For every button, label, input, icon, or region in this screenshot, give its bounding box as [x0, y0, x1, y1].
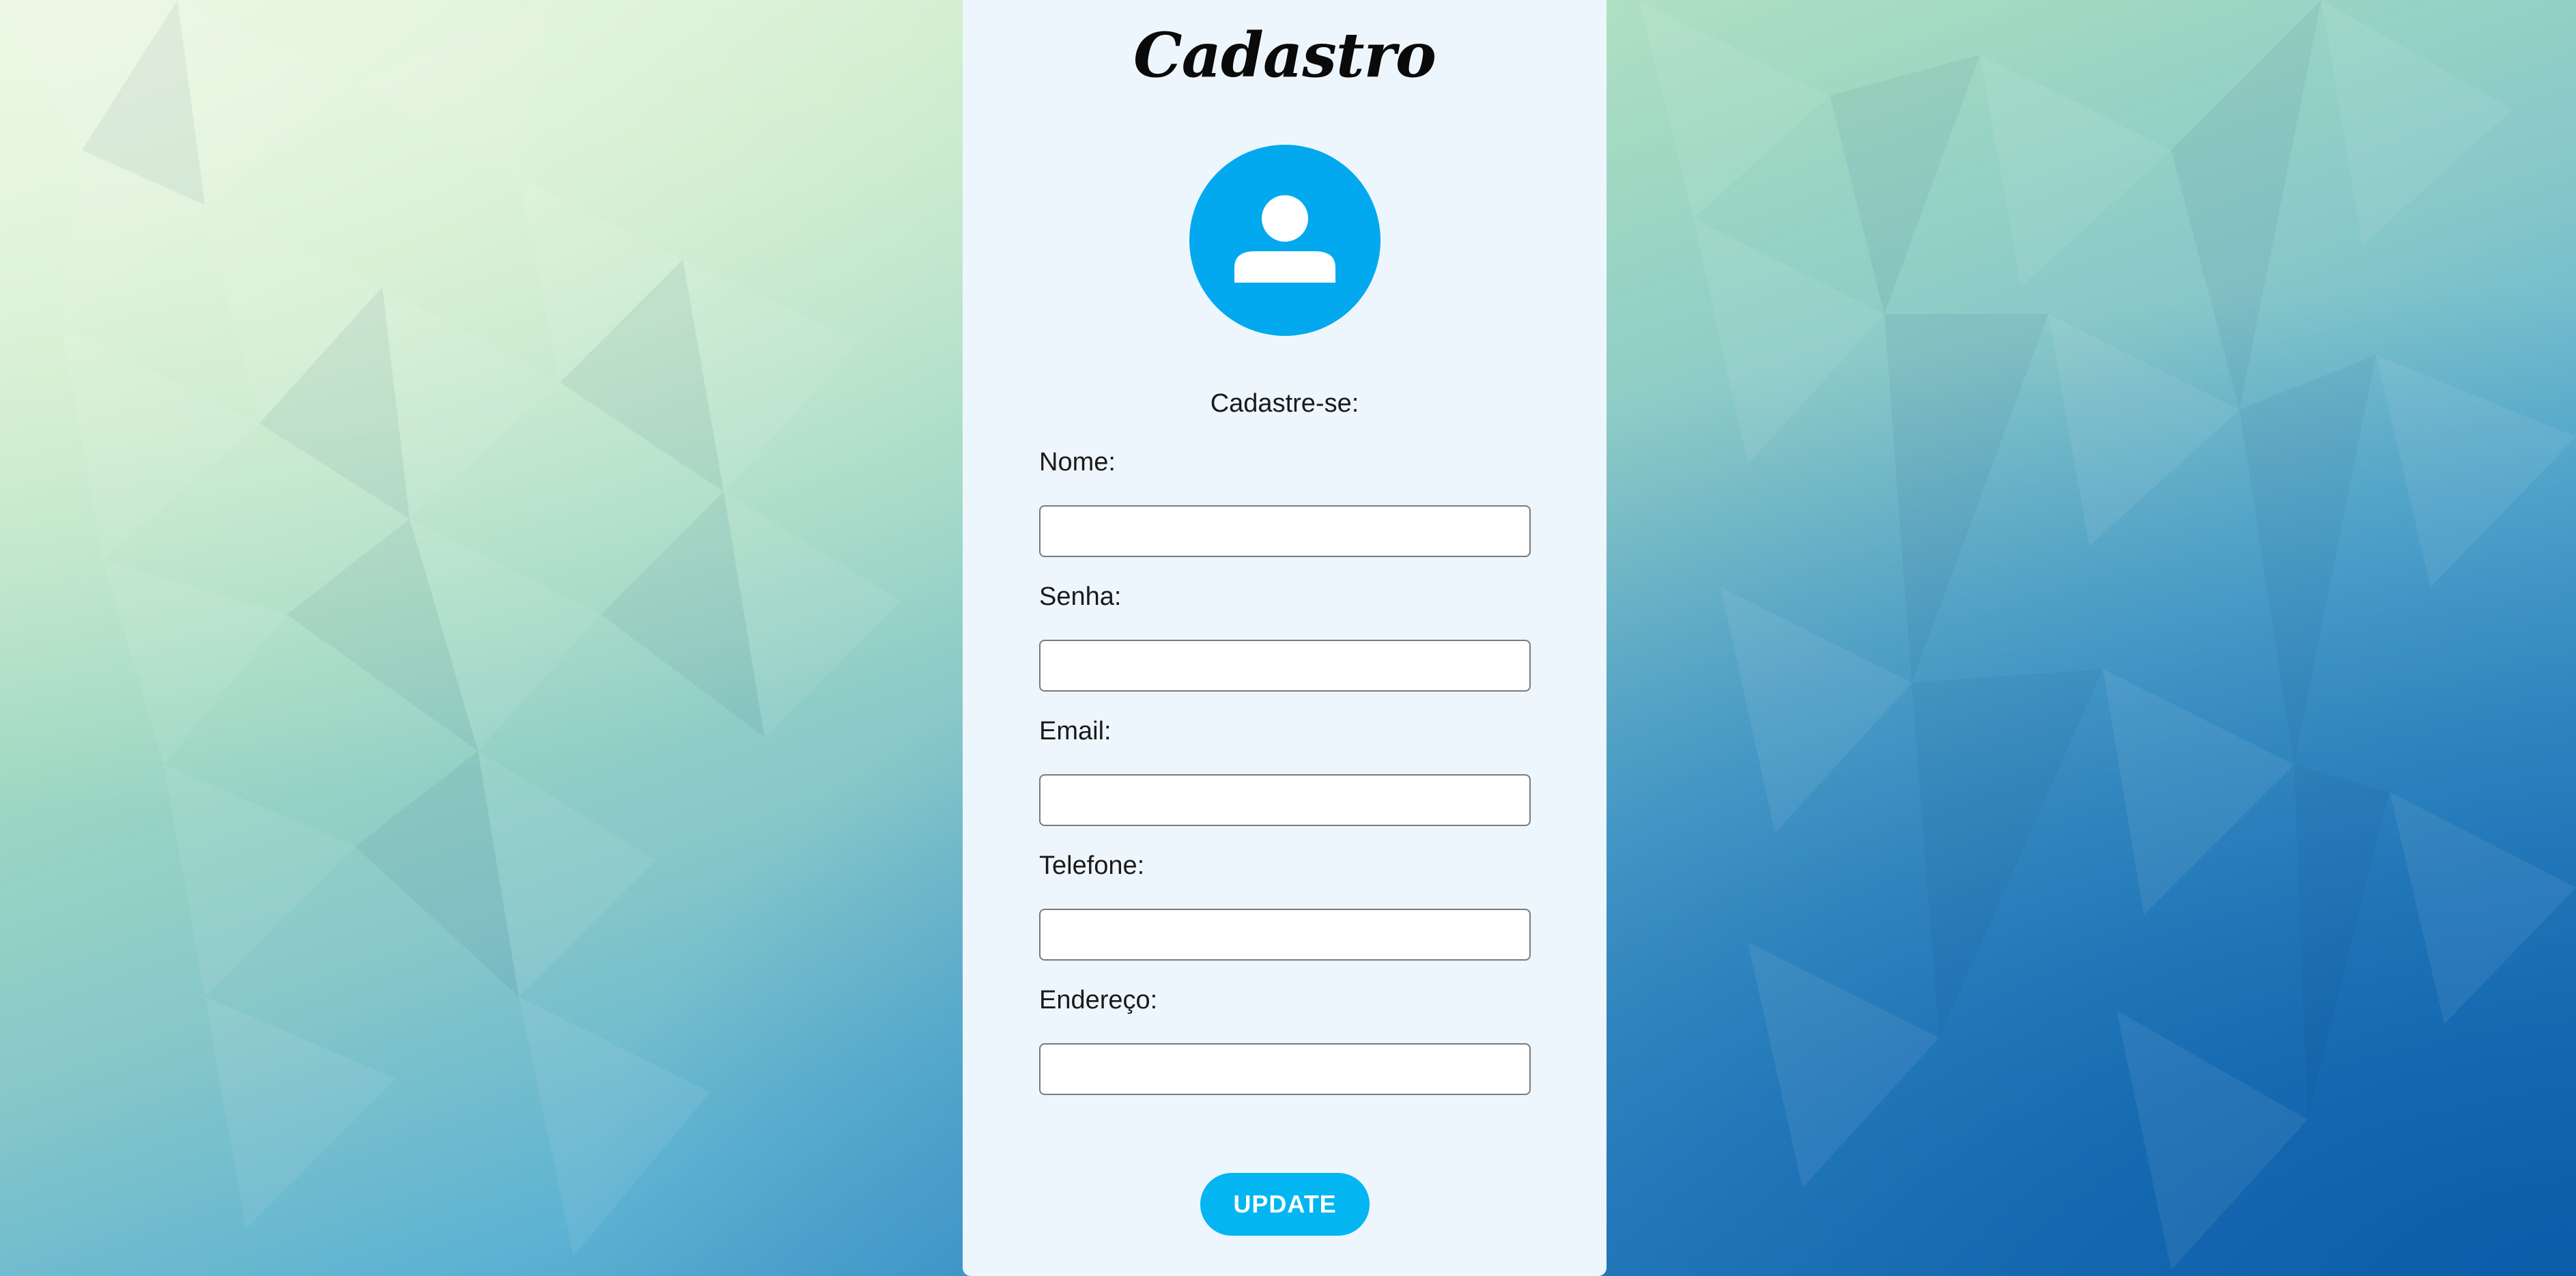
password-label: Senha:: [1039, 582, 1122, 611]
registration-panel: Cadastro Cadastre-se: Nome: Senha: Email…: [963, 0, 1607, 1276]
name-input[interactable]: [1039, 505, 1531, 557]
email-input[interactable]: [1039, 774, 1531, 826]
password-input[interactable]: [1039, 640, 1531, 692]
form-subtitle: Cadastre-se:: [1210, 389, 1359, 418]
address-input[interactable]: [1039, 1043, 1531, 1095]
user-icon: [1189, 145, 1381, 336]
name-label: Nome:: [1039, 448, 1116, 477]
address-label: Endereço:: [1039, 986, 1158, 1015]
phone-input[interactable]: [1039, 909, 1531, 961]
update-button[interactable]: UPDATE: [1200, 1173, 1370, 1236]
phone-label: Telefone:: [1039, 851, 1145, 880]
email-label: Email:: [1039, 717, 1112, 746]
page-title: Cadastro: [1133, 19, 1436, 91]
